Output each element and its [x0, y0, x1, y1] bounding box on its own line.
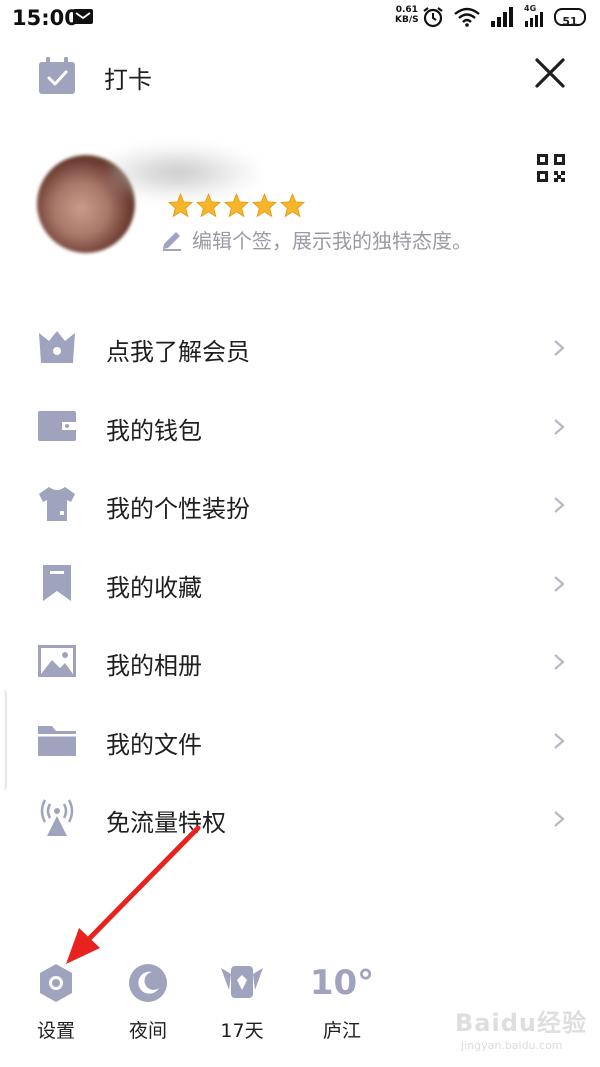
chevron-right-icon — [554, 418, 565, 435]
checkin-label[interactable]: 打卡 — [104, 60, 152, 95]
speed-value: 0.61 — [395, 5, 418, 15]
photo-album-icon — [38, 645, 76, 677]
shirt-icon — [39, 487, 75, 521]
star-icon — [224, 193, 249, 218]
weather-temperature: 10° — [309, 963, 375, 1003]
pencil-icon — [163, 231, 181, 251]
menu-item-label: 我的相册 — [106, 652, 202, 680]
settings-button[interactable]: 设置 — [16, 960, 96, 1050]
settings-label: 设置 — [36, 1020, 75, 1042]
streak-label: 17天 — [220, 1020, 264, 1042]
alarm-icon — [423, 7, 443, 28]
calendar-check-icon — [39, 57, 75, 94]
watermark: Baidu经验 jingyan.baidu.com — [455, 1003, 595, 1058]
menu-item-album[interactable]: 我的相册 — [0, 622, 600, 701]
weather-city: 庐江 — [322, 1020, 361, 1042]
chevron-right-icon — [554, 732, 565, 749]
watermark-url: jingyan.baidu.com — [461, 1039, 563, 1052]
chevron-right-icon — [554, 654, 565, 670]
signal-4g-icon — [525, 12, 543, 27]
chevron-right-icon — [554, 811, 565, 827]
moon-icon — [129, 964, 167, 1002]
qr-code-icon[interactable] — [537, 154, 565, 182]
night-mode-button[interactable]: 夜间 — [108, 960, 188, 1050]
message-notification-icon — [73, 9, 93, 24]
night-label: 夜间 — [128, 1020, 167, 1042]
menu-item-label: 免流量特权 — [106, 809, 226, 837]
signature-text: 编辑个签，展示我的独特态度。 — [192, 229, 472, 253]
weather-widget[interactable]: 10° 庐江 — [302, 960, 382, 1050]
wallet-icon — [38, 410, 76, 441]
nickname-blurred[interactable] — [110, 145, 260, 200]
star-icon — [280, 193, 305, 218]
menu-item-free-data[interactable]: 免流量特权 — [0, 779, 600, 858]
menu-item-label: 我的钱包 — [106, 416, 202, 445]
chevron-right-icon — [554, 575, 565, 592]
drawer-header: 打卡 — [0, 50, 600, 100]
watermark-brand: Baidu经验 — [455, 1009, 587, 1037]
settings-hexagon-icon — [40, 964, 72, 1002]
drawer-menu: 点我了解会员 我的钱包 我的个性装扮 我的收藏 我的相册 我的文件 免流量特权 — [0, 308, 600, 858]
star-icon — [168, 193, 193, 218]
menu-item-files[interactable]: 我的文件 — [0, 701, 600, 780]
folder-icon — [38, 725, 76, 756]
drawer-edge-handle[interactable] — [0, 690, 7, 790]
network-speed: 0.61 KB/S — [395, 5, 419, 25]
status-icons: 4G 51 — [422, 4, 586, 28]
level-stars[interactable] — [168, 193, 305, 218]
menu-item-wallet[interactable]: 我的钱包 — [0, 387, 600, 466]
menu-item-theme[interactable]: 我的个性装扮 — [0, 465, 600, 544]
menu-item-label: 我的个性装扮 — [106, 495, 250, 523]
menu-item-favorites[interactable]: 我的收藏 — [0, 544, 600, 623]
close-icon[interactable] — [533, 56, 567, 90]
checkin-button[interactable] — [37, 56, 77, 96]
signature-row[interactable]: 编辑个签，展示我的独特态度。 — [160, 225, 472, 254]
chevron-right-icon — [554, 340, 565, 356]
status-time: 15:00 — [12, 6, 79, 30]
menu-item-label: 我的文件 — [106, 730, 202, 759]
battery-level: 51 — [562, 15, 578, 28]
signal-icon — [491, 7, 513, 27]
star-icon — [252, 193, 277, 218]
checkin-streak-button[interactable]: 17天 — [202, 960, 282, 1050]
wifi-icon — [454, 7, 480, 27]
chevron-right-icon — [554, 497, 565, 513]
profile-section: 编辑个签，展示我的独特态度。 — [0, 145, 600, 265]
battery-icon: 51 — [554, 8, 586, 28]
bookmark-icon — [43, 564, 71, 601]
status-bar: 15:00 0.61 KB/S 4G 51 — [0, 0, 600, 34]
signal-tower-icon — [40, 799, 74, 836]
winged-badge-icon — [221, 966, 263, 998]
menu-item-vip[interactable]: 点我了解会员 — [0, 308, 600, 387]
vip-crown-icon — [39, 331, 75, 363]
menu-item-label: 我的收藏 — [106, 573, 202, 602]
star-icon — [196, 193, 221, 218]
signal-4g: 4G — [524, 4, 544, 27]
speed-unit: KB/S — [395, 15, 419, 25]
menu-item-label: 点我了解会员 — [106, 338, 250, 366]
